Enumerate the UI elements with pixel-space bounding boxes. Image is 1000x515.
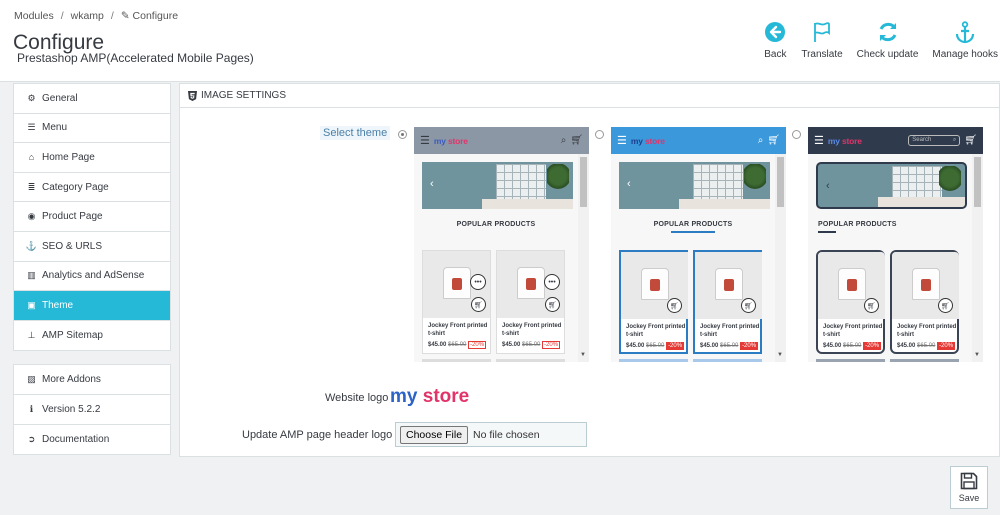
hero-banner: ‹: [422, 162, 573, 209]
theme-preview-header: ☰ my store ⌕ 🛒︎: [414, 127, 589, 154]
breadcrumb: Modules / wkamp / ✎ Configure: [14, 10, 179, 22]
translate-button[interactable]: Translate: [799, 20, 844, 60]
sitemap-icon: ⊥: [27, 330, 36, 341]
hamburger-icon: ☰: [814, 135, 824, 147]
check-update-button[interactable]: Check update: [855, 20, 921, 60]
breadcrumb-configure: ✎ Configure: [120, 10, 179, 22]
popular-products-title: POPULAR PRODUCTS: [456, 221, 536, 228]
hero-banner: ‹: [619, 162, 770, 209]
theme-3-preview[interactable]: ☰ my store Search ⌕ 🛒︎ ‹ POPULAR PRODUCTS…: [808, 127, 983, 362]
anchor-icon: ⚓: [25, 240, 38, 251]
sidebar-item-more-addons[interactable]: ▨ More Addons: [14, 365, 170, 395]
sidebar-item-amp-sitemap[interactable]: ⊥ AMP Sitemap: [14, 321, 170, 351]
preview-search-box: Search ⌕: [908, 135, 961, 146]
anchor-icon: [956, 21, 975, 44]
html5-icon: [188, 90, 197, 101]
page-subtitle: Prestashop AMP(Accelerated Mobile Pages): [17, 51, 254, 65]
chevron-left-icon: ‹: [627, 178, 631, 190]
theme-2-preview[interactable]: ☰ my store ⌕ 🛒︎ ‹ POPULAR PRODUCTS 🛒︎ Joc…: [611, 127, 786, 362]
upload-logo-label: Update AMP page header logo: [242, 429, 393, 441]
sidebar-item-menu[interactable]: ☰ Menu: [14, 114, 170, 144]
sidebar-item-documentation[interactable]: ➲ Documentation: [14, 425, 170, 455]
floppy-disk-icon: [960, 472, 978, 490]
sidebar-item-version: ℹ Version 5.2.2: [14, 395, 170, 425]
product-card: 🛒︎ Jockey Front printed t-shirt $45.00 $65…: [816, 250, 885, 354]
image-icon: ▨: [27, 374, 36, 385]
sidebar-item-category-page[interactable]: ≣ Category Page: [14, 173, 170, 203]
preview-scrollbar[interactable]: ▼: [775, 154, 786, 362]
preview-logo: my store: [827, 135, 862, 146]
cart-icon: 🛒︎: [964, 135, 977, 146]
search-icon: ⌕: [952, 137, 957, 143]
sidebar: ⚙ General ☰ Menu ⌂ Home Page ≣ Category Page…: [13, 83, 171, 456]
product-card: ••• 🛒︎ Jockey Front printed t-shirt $45.00 …: [422, 250, 491, 354]
product-card: 🛒︎ Jockey Front printed t-shirt $45.00 $65…: [890, 250, 959, 354]
manage-hooks-button[interactable]: Manage hooks: [930, 20, 1000, 60]
html5-icon: ▣: [27, 299, 36, 310]
info-icon: ℹ: [29, 403, 34, 414]
logo-file-input[interactable]: Choose File No file chosen: [395, 422, 587, 447]
popular-products-title: POPULAR PRODUCTS: [611, 221, 775, 233]
hamburger-icon: ☰: [617, 135, 627, 147]
save-button[interactable]: Save: [950, 466, 988, 509]
list-icon: ≣: [27, 181, 36, 192]
popular-products-title: POPULAR PRODUCTS: [808, 221, 972, 233]
back-arrow-icon: [765, 22, 786, 42]
theme-2-radio[interactable]: [595, 130, 604, 139]
breadcrumb-wkamp[interactable]: wkamp: [71, 10, 104, 22]
preview-scrollbar[interactable]: ▼: [578, 154, 589, 362]
refresh-icon: [879, 22, 896, 42]
chevron-left-icon: ‹: [430, 178, 434, 190]
sidebar-item-general[interactable]: ⚙ General: [14, 84, 170, 114]
sidebar-item-product-page[interactable]: ◉ Product Page: [14, 202, 170, 232]
page-header: Modules / wkamp / ✎ Configure Configure …: [0, 0, 1000, 82]
sidebar-item-analytics[interactable]: ▥ Analytics and AdSense: [14, 262, 170, 292]
hero-banner: ‹: [816, 162, 967, 209]
sidebar-item-theme[interactable]: ▣ Theme: [14, 291, 170, 321]
theme-3-radio[interactable]: [792, 130, 801, 139]
search-icon: ⌕: [757, 135, 764, 146]
choose-file-button[interactable]: Choose File: [400, 425, 469, 444]
wrench-icon: ✎: [120, 10, 130, 22]
circle-arrow-icon: ➲: [27, 433, 36, 444]
sidebar-item-home-page[interactable]: ⌂ Home Page: [14, 143, 170, 173]
breadcrumb-modules[interactable]: Modules: [14, 10, 54, 22]
search-icon: ⌕: [560, 135, 567, 146]
website-logo: my store: [390, 386, 470, 407]
home-icon: ⌂: [28, 152, 35, 163]
theme-1-preview[interactable]: ☰ my store ⌕ 🛒︎ ‹ POPULAR PRODUCTS ••• 🛒︎…: [414, 127, 589, 362]
sidebar-main-group: ⚙ General ☰ Menu ⌂ Home Page ≣ Category Page…: [13, 83, 171, 352]
hamburger-icon: ☰: [420, 135, 430, 147]
website-logo-label: Website logo: [325, 392, 389, 404]
preview-scrollbar[interactable]: ▼: [972, 154, 983, 362]
theme-preview-header: ☰ my store ⌕ 🛒︎: [611, 127, 786, 154]
theme-1-radio[interactable]: [398, 130, 407, 139]
flag-icon: [814, 22, 830, 42]
chart-icon: ▥: [27, 270, 36, 281]
preview-logo: my store: [433, 135, 468, 146]
theme-preview-header: ☰ my store Search ⌕ 🛒︎: [808, 127, 983, 154]
gears-icon: ⚙: [27, 92, 36, 103]
sidebar-extra-group: ▨ More Addons ℹ Version 5.2.2 ➲ Documentati…: [13, 364, 171, 456]
product-card: 🛒︎ Jockey Front printed t-shirt $45.00 $65…: [693, 250, 762, 354]
menu-icon: ☰: [27, 122, 36, 133]
product-card: ••• 🛒︎ Jockey Front printed t-shirt $45.00 …: [496, 250, 565, 354]
sidebar-item-seo-urls[interactable]: ⚓ SEO & URLS: [14, 232, 170, 262]
select-theme-label: Select theme: [320, 126, 391, 140]
cart-icon: 🛒︎: [767, 135, 780, 146]
back-button[interactable]: Back: [761, 20, 789, 60]
eye-icon: ◉: [27, 211, 36, 222]
file-status: No file chosen: [473, 428, 540, 441]
image-settings-panel: IMAGE SETTINGS Select theme ☰ my store ⌕…: [179, 83, 1000, 457]
panel-heading: IMAGE SETTINGS: [180, 84, 999, 108]
product-card: 🛒︎ Jockey Front printed t-shirt $45.00 $65…: [619, 250, 688, 354]
cart-icon: 🛒︎: [570, 135, 583, 146]
chevron-left-icon: ‹: [826, 180, 830, 192]
preview-logo: my store: [630, 135, 665, 146]
toolbar: Back Translate Check update Manage hooks: [751, 20, 1000, 60]
